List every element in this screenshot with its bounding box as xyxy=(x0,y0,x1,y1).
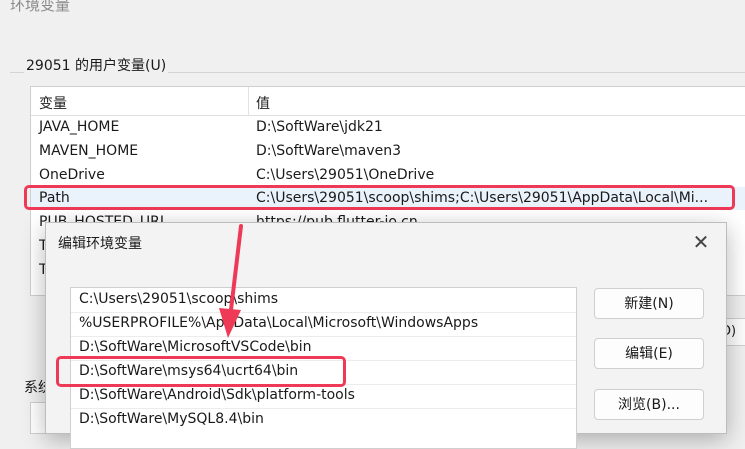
annotation-arrow-icon xyxy=(219,224,243,338)
